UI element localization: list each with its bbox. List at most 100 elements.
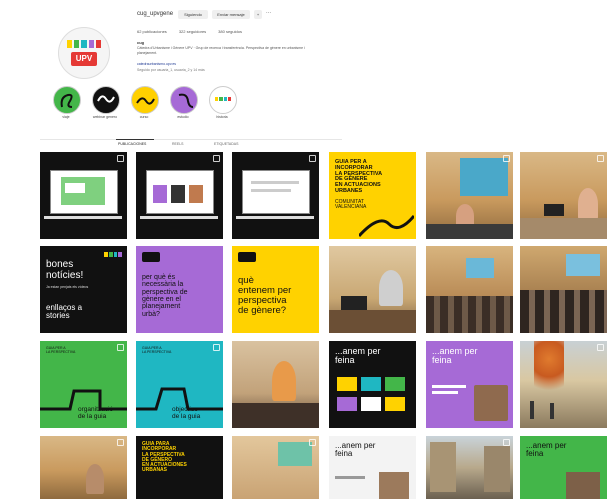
guide-subtitle: COMUNITAT VALENCIANA (335, 199, 367, 211)
speech-bubble-icon (238, 252, 256, 262)
upv-logo: UPV (71, 52, 97, 66)
highlight-squiggle-icon (178, 93, 194, 108)
speaker-photo (379, 270, 403, 306)
post-tile[interactable] (136, 152, 223, 239)
highlight-curso[interactable] (131, 86, 159, 114)
speaker-photo (272, 361, 296, 401)
post-tile[interactable]: ...anem per feina (329, 341, 416, 428)
post-body: Ja estan penjats els vídeos (46, 285, 89, 289)
following-button[interactable]: Siguiendo (178, 10, 208, 19)
pinned-icon (309, 155, 316, 162)
post-tile[interactable] (329, 246, 416, 333)
highlight-estudio[interactable] (170, 86, 198, 114)
tree-photo (534, 341, 564, 401)
post-tile[interactable]: ...anem per feina (426, 341, 513, 428)
post-tile[interactable] (40, 152, 127, 239)
highlight-viaje[interactable] (53, 86, 81, 114)
laptop-photo (341, 296, 367, 310)
post-tile[interactable]: GUIA PER A LA PERSPECTIVA objectius de la … (136, 341, 223, 428)
post-tile[interactable]: GUIA PER A LA PERSPECTIVA organització de … (40, 341, 127, 428)
post-heading: què entenem per perspectiva de gènere? (238, 275, 292, 316)
screen-image (146, 170, 214, 214)
tab-posts[interactable]: PUBLICACIONES (118, 142, 146, 146)
highlight-webinar[interactable] (92, 86, 120, 114)
color-card (361, 397, 381, 411)
post-cta: enllaços a stories (46, 303, 83, 321)
pinned-icon (213, 344, 220, 351)
post-tile[interactable] (426, 152, 513, 239)
active-tab-indicator (116, 139, 154, 140)
post-tile[interactable]: què entenem per perspectiva de gènere? (232, 246, 319, 333)
guide-title: GUIA PER A INCORPORAR LA PERSPECTIVA DE GÈN… (335, 159, 383, 194)
portrait-photo (474, 385, 508, 421)
post-tile[interactable]: per què és necessària la perspectiva de gèn… (136, 246, 223, 333)
color-card (337, 377, 357, 391)
post-tile[interactable] (426, 436, 513, 499)
post-tile[interactable] (520, 246, 607, 333)
post-heading: ...anem per feina (432, 346, 478, 366)
highlight-label: webinar genero (92, 115, 118, 119)
projection-screen (278, 442, 312, 466)
pinned-icon (213, 155, 220, 162)
tab-tagged[interactable]: ETIQUETADAS (214, 142, 238, 146)
post-tile[interactable] (232, 152, 319, 239)
post-tile[interactable]: GUIA PER A INCORPORAR LA PERSPECTIVA DE GÈN… (329, 152, 416, 239)
color-card (361, 377, 381, 391)
followed-by[interactable]: Seguido por usuaria_1, usuaria_2 y 14 má… (137, 68, 307, 72)
post-heading: objectius de la guia (172, 406, 201, 420)
post-tile[interactable]: ...anem per feina (520, 436, 607, 499)
pinned-icon (117, 155, 124, 162)
profile-link[interactable]: catedraurbanismo.upv.es (137, 62, 176, 66)
post-heading: ...anem per feina (335, 441, 376, 459)
followers-count[interactable]: 322 seguidores (179, 29, 206, 34)
tab-reels[interactable]: REELS (172, 142, 183, 146)
color-card (385, 397, 405, 411)
post-tile[interactable] (232, 341, 319, 428)
post-tile[interactable] (40, 436, 127, 499)
post-heading: ...anem per feina (335, 346, 381, 366)
pinned-icon (503, 155, 510, 162)
table-photo (329, 310, 416, 333)
pedestrian-photo (550, 403, 554, 419)
post-tile[interactable] (426, 246, 513, 333)
laptop-base (236, 216, 314, 219)
pinned-icon (117, 344, 124, 351)
highlight-historia[interactable] (209, 86, 237, 114)
add-user-icon[interactable]: + (254, 10, 262, 19)
pinned-icon (597, 155, 604, 162)
pinned-icon (597, 344, 604, 351)
audience-photo (520, 290, 607, 333)
laptop-base (44, 216, 122, 219)
profile-username: cug_upvgene (137, 11, 174, 17)
send-message-button[interactable]: Enviar mensaje (212, 10, 250, 19)
text-line (432, 385, 466, 388)
post-heading: per què és necessària la perspectiva de gèn… (142, 274, 188, 318)
guide-title: GUIA PARA INCORPORAR LA PERSPECTIVA DE GÉNE… (142, 441, 187, 474)
profile-stats: 62 publicaciones 322 seguidores 380 segu… (137, 29, 242, 34)
table-photo (426, 224, 513, 239)
profile-name: cug (137, 40, 145, 45)
post-tile[interactable] (520, 341, 607, 428)
posts-count: 62 publicaciones (137, 29, 167, 34)
text-line (432, 391, 458, 394)
speech-bubble-icon (142, 252, 160, 262)
guide-caption: GUIA PER A LA PERSPECTIVA (46, 346, 76, 354)
table-photo (232, 403, 319, 428)
post-tile[interactable]: bones notícies! Ja estan penjats els víde… (40, 246, 127, 333)
post-tile[interactable]: GUIA PARA INCORPORAR LA PERSPECTIVA DE GÉNE… (136, 436, 223, 499)
post-tile[interactable] (232, 436, 319, 499)
pinned-icon (503, 439, 510, 446)
post-tile[interactable] (520, 152, 607, 239)
color-bars (104, 252, 122, 257)
speaker-photo (86, 464, 104, 494)
more-options-icon[interactable]: ··· (266, 10, 271, 16)
tabs-divider (40, 139, 342, 140)
following-count[interactable]: 380 seguidos (218, 29, 242, 34)
guide-caption: GUIA PER A LA PERSPECTIVA (142, 346, 172, 354)
profile-avatar[interactable]: UPV (58, 27, 110, 79)
text-line (335, 476, 365, 479)
post-tile[interactable]: ...anem per feina (329, 436, 416, 499)
highlight-label: viaje (62, 115, 70, 119)
pinned-icon (117, 439, 124, 446)
portrait-photo (566, 472, 600, 499)
